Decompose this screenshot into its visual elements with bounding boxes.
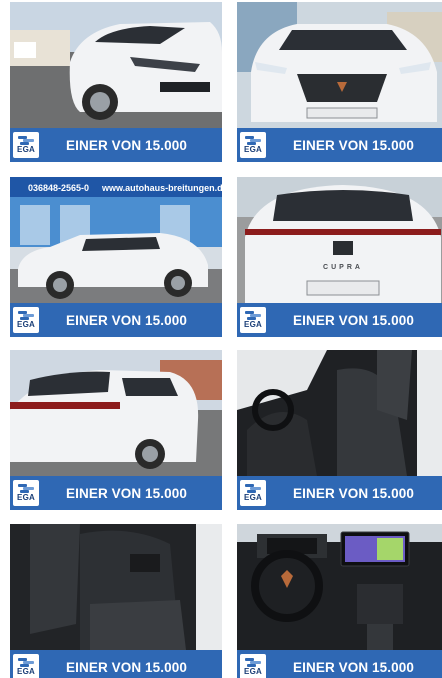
ega-logo: EGA [240,654,266,678]
car-photo-rear: CUPRA [237,177,442,303]
tile-caption: EINER VON 15.000 [293,137,414,153]
tile-caption: EINER VON 15.000 [293,659,414,675]
gallery-tile[interactable]: EGA EINER VON 15.000 [237,2,442,162]
caption-banner: EGA EINER VON 15.000 [237,650,442,678]
ega-logo: EGA [13,480,39,506]
ega-logo: EGA [240,132,266,158]
ega-logo: EGA [240,307,266,333]
gallery-tile[interactable]: 036848-2565-0 www.autohaus-breitungen.de… [10,177,222,337]
sign-phone: 036848-2565-0 [28,183,89,193]
gallery-tile[interactable]: EGA EINER VON 15.000 [237,524,442,678]
ega-logo: EGA [13,307,39,333]
caption-banner: EGA EINER VON 15.000 [10,476,222,510]
caption-banner: EGA EINER VON 15.000 [237,128,442,162]
rear-model-badge: CUPRA [323,264,363,271]
tile-caption: EINER VON 15.000 [66,485,187,501]
photo-gallery: EGA EINER VON 15.000 EGA EINER VON 15.00… [0,0,442,678]
gallery-tile[interactable]: CUPRA EGA EINER VON 15.000 [237,177,442,337]
car-photo-dashboard [237,524,442,650]
tile-caption: EINER VON 15.000 [66,659,187,675]
car-photo-front-left [10,2,222,128]
car-photo-rear-seats [10,524,222,650]
gallery-tile[interactable]: EGA EINER VON 15.000 [237,350,442,510]
caption-banner: EGA EINER VON 15.000 [10,128,222,162]
car-photo-rear-left [10,350,222,476]
tile-caption: EINER VON 15.000 [293,485,414,501]
caption-banner: EGA EINER VON 15.000 [237,476,442,510]
tile-caption: EINER VON 15.000 [293,312,414,328]
caption-banner: EGA EINER VON 15.000 [10,303,222,337]
gallery-tile[interactable]: EGA EINER VON 15.000 [10,524,222,678]
sign-url: www.autohaus-breitungen.de [101,183,222,193]
ega-logo: EGA [13,132,39,158]
caption-banner: EGA EINER VON 15.000 [237,303,442,337]
ega-logo: EGA [240,480,266,506]
gallery-tile[interactable]: EGA EINER VON 15.000 [10,350,222,510]
ega-logo: EGA [13,654,39,678]
car-photo-front-seats [237,350,442,476]
car-photo-side-dealership: 036848-2565-0 www.autohaus-breitungen.de [10,177,222,303]
caption-banner: EGA EINER VON 15.000 [10,650,222,678]
tile-caption: EINER VON 15.000 [66,312,187,328]
car-photo-front [237,2,442,128]
gallery-tile[interactable]: EGA EINER VON 15.000 [10,2,222,162]
tile-caption: EINER VON 15.000 [66,137,187,153]
